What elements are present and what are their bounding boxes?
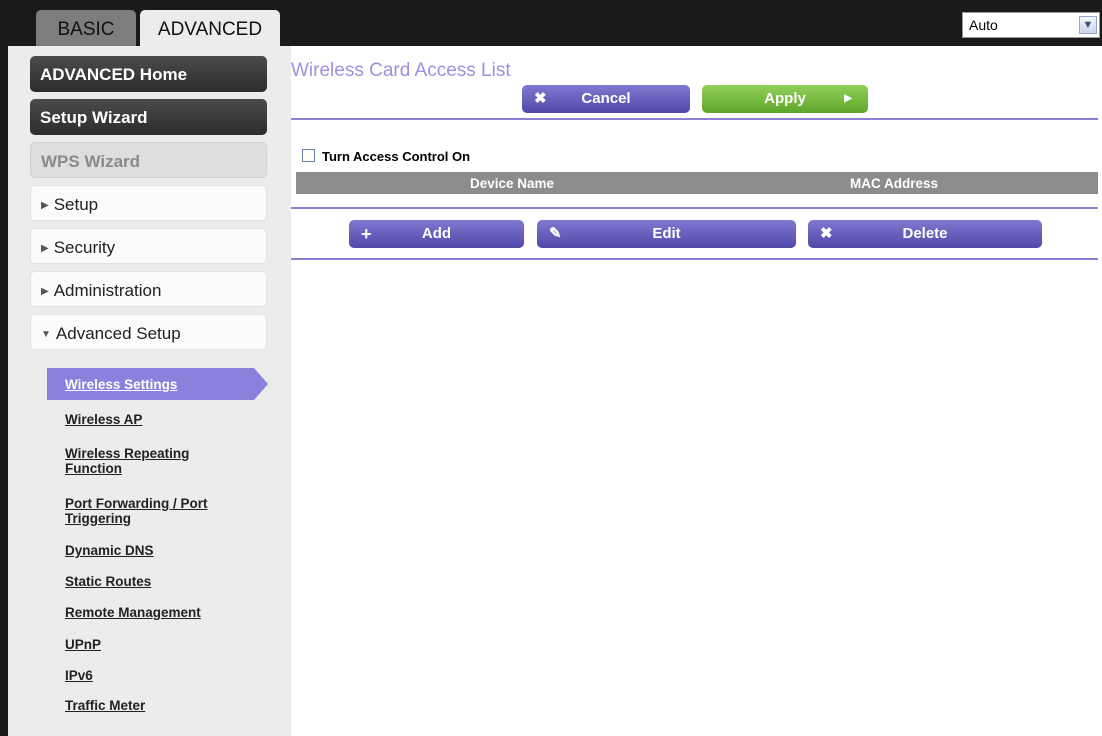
wps-wizard-button[interactable]: WPS Wizard [30, 142, 267, 178]
sidebar-link-wireless-settings[interactable]: Wireless Settings [47, 368, 268, 400]
triangle-right-icon: ▶ [41, 286, 49, 297]
column-header-device-name: Device Name [470, 176, 555, 191]
setup-wizard-button[interactable]: Setup Wizard [30, 99, 267, 135]
sidebar-item-setup[interactable]: ▶ Setup [30, 185, 267, 221]
add-label: Add [421, 225, 452, 242]
arrow-right-icon: ▶ [844, 93, 852, 104]
access-control-checkbox[interactable] [302, 149, 315, 162]
sidebar-item-label: Administration [53, 281, 162, 300]
sidebar-link-wireless-ap[interactable]: Wireless AP [65, 412, 142, 427]
sidebar-item-label: Security [53, 238, 116, 257]
sidebar-link-port-forwarding[interactable]: Port Forwarding / Port [65, 496, 208, 511]
delete-button[interactable]: ✖ Delete [808, 220, 1042, 248]
language-select[interactable]: Auto ▼ [962, 12, 1100, 38]
cancel-label: Cancel [581, 90, 631, 107]
sidebar-link-wireless-repeating-2[interactable]: Function [65, 461, 122, 476]
divider [291, 258, 1098, 260]
access-control-label: Turn Access Control On [322, 149, 471, 164]
tab-advanced[interactable]: ADVANCED [140, 10, 280, 46]
sidebar-link-remote-management[interactable]: Remote Management [65, 605, 201, 620]
sidebar-link-port-forwarding-2[interactable]: Triggering [65, 511, 131, 526]
divider [291, 207, 1098, 209]
sidebar-link-upnp[interactable]: UPnP [65, 637, 101, 652]
delete-label: Delete [902, 225, 948, 242]
sidebar-link-dynamic-dns[interactable]: Dynamic DNS [65, 543, 154, 558]
sidebar-item-label: Advanced Setup [55, 324, 181, 343]
advanced-home-button[interactable]: ADVANCED Home [30, 56, 267, 92]
edit-label: Edit [652, 225, 681, 242]
apply-button[interactable]: Apply ▶ [702, 85, 868, 113]
page-title: Wireless Card Access List [291, 60, 511, 81]
sidebar-link-wireless-repeating[interactable]: Wireless Repeating [65, 446, 189, 461]
sidebar-link-traffic-meter[interactable]: Traffic Meter [65, 698, 145, 713]
triangle-down-icon: ▼ [41, 329, 51, 340]
triangle-right-icon: ▶ [41, 243, 49, 254]
tab-basic[interactable]: BASIC [36, 10, 136, 46]
sidebar-item-security[interactable]: ▶ Security [30, 228, 267, 264]
sidebar-item-label: Setup [53, 195, 99, 214]
sidebar-link-ipv6[interactable]: IPv6 [65, 668, 93, 683]
table-header: Device Name MAC Address [296, 172, 1098, 194]
sidebar-item-advanced-setup[interactable]: ▼ Advanced Setup [30, 314, 267, 350]
sidebar-link-static-routes[interactable]: Static Routes [65, 574, 151, 589]
sidebar-link-label: Wireless Settings [65, 377, 178, 392]
divider [291, 118, 1098, 120]
column-header-mac-address: MAC Address [850, 176, 939, 191]
triangle-right-icon: ▶ [41, 200, 49, 211]
add-button[interactable]: + Add [349, 220, 524, 248]
cancel-button[interactable]: ✖ Cancel [522, 85, 690, 113]
edit-button[interactable]: ✎ Edit [537, 220, 796, 248]
sidebar-item-administration[interactable]: ▶ Administration [30, 271, 267, 307]
language-select-value: Auto [969, 17, 998, 33]
chevron-down-icon[interactable]: ▼ [1079, 16, 1097, 34]
